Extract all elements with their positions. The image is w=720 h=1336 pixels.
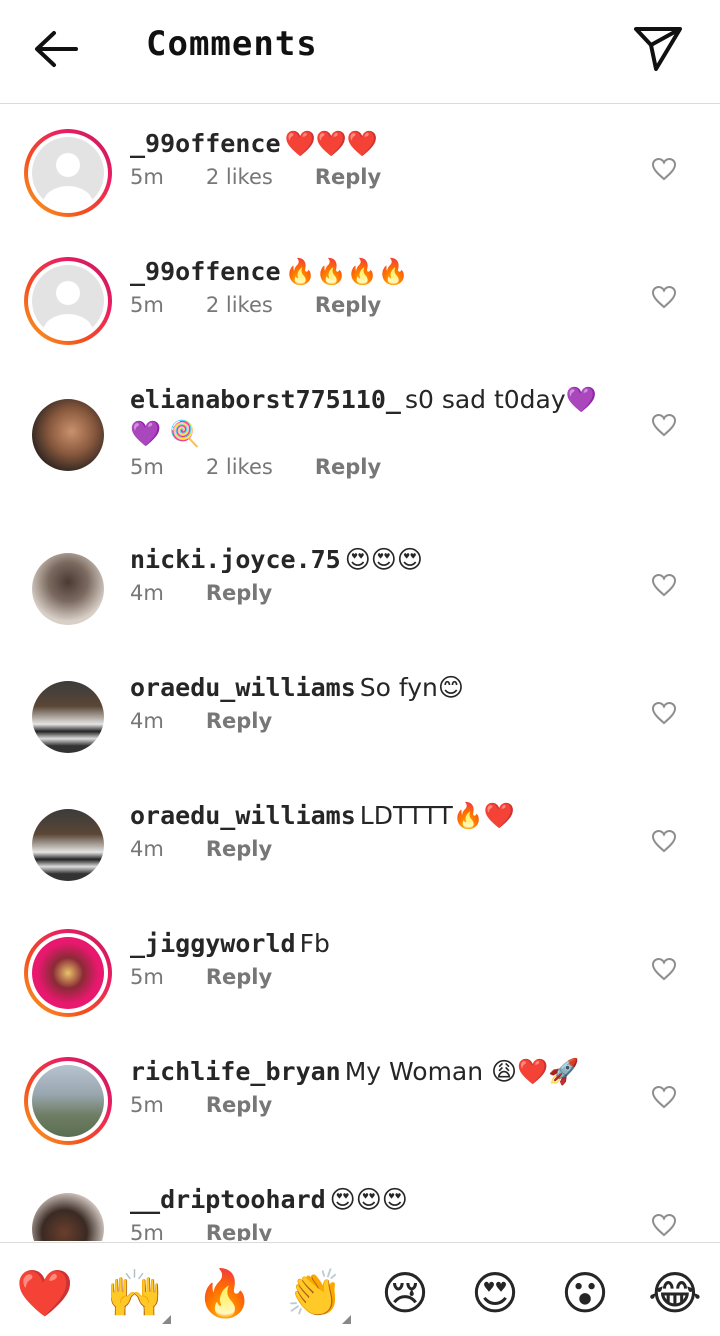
comments-header: Comments (0, 0, 720, 104)
profile-photo (32, 681, 104, 753)
reply-button[interactable]: Reply (206, 837, 272, 861)
comment-text: So fyn😊 (359, 673, 464, 702)
avatar[interactable] (24, 929, 112, 1017)
comment-row: _99offence 🔥🔥🔥🔥 5m 2 likes Reply (0, 233, 720, 361)
reaction-heart[interactable]: ❤️ (15, 1263, 75, 1323)
heart-outline-icon[interactable] (651, 957, 677, 981)
reaction-fire[interactable]: 🔥 (195, 1263, 255, 1323)
comment-username[interactable]: oraedu_williams (130, 673, 356, 702)
reaction-heart-eyes[interactable]: 😍 (465, 1263, 525, 1323)
reply-button[interactable]: Reply (315, 165, 381, 189)
heart-outline-icon[interactable] (651, 701, 677, 725)
avatar[interactable] (24, 801, 112, 889)
avatar[interactable] (24, 545, 112, 633)
reply-button[interactable]: Reply (315, 293, 381, 317)
comment-row: oraedu_williams LDTTTT🔥❤️ 4m Reply (0, 777, 720, 905)
comment-username[interactable]: nicki.joyce.75 (130, 545, 341, 574)
comment-row: oraedu_williams So fyn😊 4m Reply (0, 649, 720, 777)
comment-row: _99offence ❤️❤️❤️ 5m 2 likes Reply (0, 105, 720, 233)
profile-photo (32, 399, 104, 471)
comment-time: 5m (130, 165, 164, 189)
avatar[interactable] (24, 1185, 112, 1241)
reaction-raised-hands[interactable]: 🙌 (105, 1263, 165, 1323)
reply-button[interactable]: Reply (206, 709, 272, 733)
comment-username[interactable]: richlife_bryan (130, 1057, 341, 1086)
reply-button[interactable]: Reply (206, 581, 272, 605)
reaction-crying[interactable]: 😢 (375, 1263, 435, 1323)
comment-username[interactable]: elianaborst775110_ (130, 385, 401, 414)
comment-text: 🔥🔥🔥🔥 (284, 257, 410, 286)
heart-outline-icon[interactable] (651, 829, 677, 853)
comment-username[interactable]: _99offence (130, 257, 281, 286)
comment-text: 😍😍😍 (329, 1185, 408, 1214)
profile-photo (32, 937, 104, 1009)
reply-button[interactable]: Reply (315, 455, 381, 479)
comment-text: 😍😍😍 (344, 545, 423, 574)
comment-row: richlife_bryan My Woman 😩❤️🚀 5m Reply (0, 1033, 720, 1161)
profile-photo (32, 553, 104, 625)
comment-row: nicki.joyce.75 😍😍😍 4m Reply (0, 521, 720, 649)
comment-likes[interactable]: 2 likes (206, 165, 273, 189)
comment-username[interactable]: _jiggyworld (130, 929, 296, 958)
default-avatar-icon (32, 137, 104, 209)
avatar[interactable] (24, 257, 112, 345)
comment-time: 5m (130, 1093, 164, 1117)
comment-row: __driptoohard 😍😍😍 5m Reply (0, 1161, 720, 1241)
avatar[interactable] (24, 391, 112, 479)
comment-list[interactable]: _99offence ❤️❤️❤️ 5m 2 likes Reply _99offen… (0, 105, 720, 1241)
reaction-laughing[interactable]: 😂 (645, 1263, 705, 1323)
comment-time: 5m (130, 965, 164, 989)
comment-time: 5m (130, 1221, 164, 1241)
reply-button[interactable]: Reply (206, 965, 272, 989)
comment-time: 5m (130, 293, 164, 317)
reaction-clap[interactable]: 👏 (285, 1263, 345, 1323)
comment-likes[interactable]: 2 likes (206, 455, 273, 479)
comment-likes[interactable]: 2 likes (206, 293, 273, 317)
comment-text: LDTTTT🔥❤️ (359, 801, 515, 830)
quick-reactions-bar: ❤️ 🙌 🔥 👏 😢 😍 😮 😂 (0, 1242, 720, 1336)
profile-photo (32, 1065, 104, 1137)
comment-username[interactable]: __driptoohard (130, 1185, 326, 1214)
avatar[interactable] (24, 129, 112, 217)
page-title: Comments (146, 24, 318, 64)
default-avatar-icon (32, 265, 104, 337)
heart-outline-icon[interactable] (651, 1213, 677, 1237)
arrow-left-icon[interactable] (28, 26, 84, 72)
avatar[interactable] (24, 673, 112, 761)
profile-photo (32, 1193, 104, 1241)
comment-time: 4m (130, 581, 164, 605)
skin-tone-indicator-icon (342, 1315, 351, 1324)
comment-time: 4m (130, 709, 164, 733)
avatar[interactable] (24, 1057, 112, 1145)
comment-text: Fb (299, 929, 330, 958)
heart-outline-icon[interactable] (651, 413, 677, 437)
skin-tone-indicator-icon (162, 1315, 171, 1324)
comment-text: My Woman 😩❤️🚀 (344, 1057, 580, 1086)
heart-outline-icon[interactable] (651, 285, 677, 309)
comment-text: ❤️❤️❤️ (284, 129, 378, 158)
reaction-surprised[interactable]: 😮 (555, 1263, 615, 1323)
reply-button[interactable]: Reply (206, 1221, 272, 1241)
comment-username[interactable]: _99offence (130, 129, 281, 158)
paper-plane-icon[interactable] (632, 24, 684, 72)
comment-time: 4m (130, 837, 164, 861)
comment-row: _jiggyworld Fb 5m Reply (0, 905, 720, 1033)
profile-photo (32, 809, 104, 881)
comment-username[interactable]: oraedu_williams (130, 801, 356, 830)
comment-time: 5m (130, 455, 164, 479)
heart-outline-icon[interactable] (651, 1085, 677, 1109)
reply-button[interactable]: Reply (206, 1093, 272, 1117)
heart-outline-icon[interactable] (651, 573, 677, 597)
heart-outline-icon[interactable] (651, 157, 677, 181)
comment-row: elianaborst775110_ s0 sad t0day💜💜 🍭 5m 2 l… (0, 361, 720, 521)
